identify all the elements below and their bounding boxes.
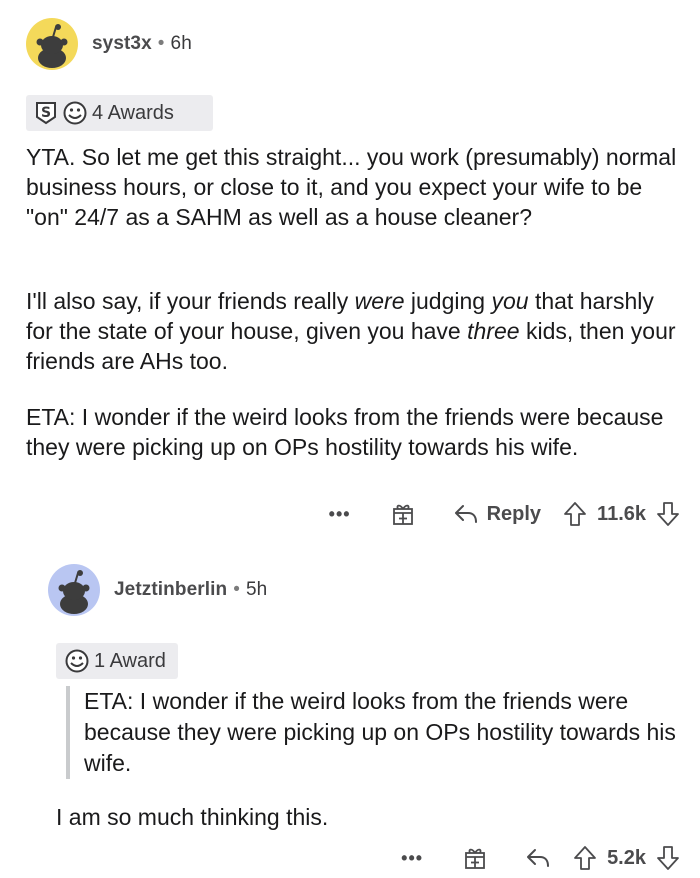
comment-age: 6h	[170, 33, 192, 54]
avatar[interactable]	[26, 18, 78, 70]
gift-icon	[392, 504, 413, 525]
snoo-avatar-icon	[58, 570, 90, 614]
give-award-button[interactable]	[463, 846, 487, 870]
comment-meta: syst3x • 6h	[92, 33, 192, 55]
username[interactable]: Jetztinberlin	[114, 579, 227, 600]
reply-button[interactable]	[525, 847, 551, 869]
gift-icon	[465, 848, 485, 869]
awards-pill[interactable]: 1 Award	[56, 643, 178, 679]
quoted-text: ETA: I wonder if the weird looks from th…	[66, 686, 676, 779]
vote-score: 5.2k	[607, 846, 646, 869]
vote-score: 11.6k	[597, 502, 646, 525]
vote-controls: 11.6k	[563, 501, 680, 527]
give-award-button[interactable]	[391, 502, 415, 526]
awards-count: 4 Awards	[92, 101, 174, 124]
downvote-arrow-icon[interactable]	[656, 501, 680, 527]
reply-button[interactable]: Reply	[453, 503, 541, 526]
avatar[interactable]	[48, 564, 100, 616]
upvote-arrow-icon[interactable]	[563, 501, 587, 527]
comment-paragraph: YTA. So let me get this straight... you …	[26, 144, 677, 230]
reply-arrow-icon	[527, 849, 550, 867]
comment-paragraph: I am so much thinking this.	[56, 804, 329, 830]
reply-label: Reply	[486, 502, 542, 525]
comment-paragraph: ETA: I wonder if the weird looks from th…	[26, 404, 664, 460]
awards-count: 1 Award	[94, 649, 166, 672]
username[interactable]: syst3x	[92, 33, 152, 54]
more-options-button[interactable]: •••	[329, 504, 351, 525]
wholesome-award-icon	[63, 101, 87, 125]
comment-meta: Jetztinberlin • 5h	[114, 579, 267, 601]
comment-actions: ••• Reply 11.6k	[329, 498, 680, 530]
snoo-avatar-icon	[36, 24, 68, 68]
comment-paragraph: I'll also say, if your friends really we…	[26, 288, 676, 374]
comment-header: Jetztinberlin • 5h	[48, 564, 267, 616]
silver-award-icon: S	[36, 102, 56, 125]
comment-header: syst3x • 6h	[26, 18, 192, 70]
svg-text:S: S	[41, 105, 51, 121]
upvote-arrow-icon[interactable]	[573, 845, 597, 871]
more-options-button[interactable]: •••	[401, 848, 423, 869]
reply-arrow-icon	[454, 505, 477, 523]
comment-age: 5h	[245, 579, 268, 600]
vote-controls: 5.2k	[573, 845, 680, 871]
awards-pill[interactable]: S 4 Awards	[26, 95, 213, 131]
comment-actions: ••• 5.2k	[401, 842, 680, 874]
meta-separator: •	[157, 33, 165, 54]
wholesome-award-icon	[65, 649, 89, 673]
downvote-arrow-icon[interactable]	[656, 845, 680, 871]
meta-separator: •	[233, 579, 240, 600]
